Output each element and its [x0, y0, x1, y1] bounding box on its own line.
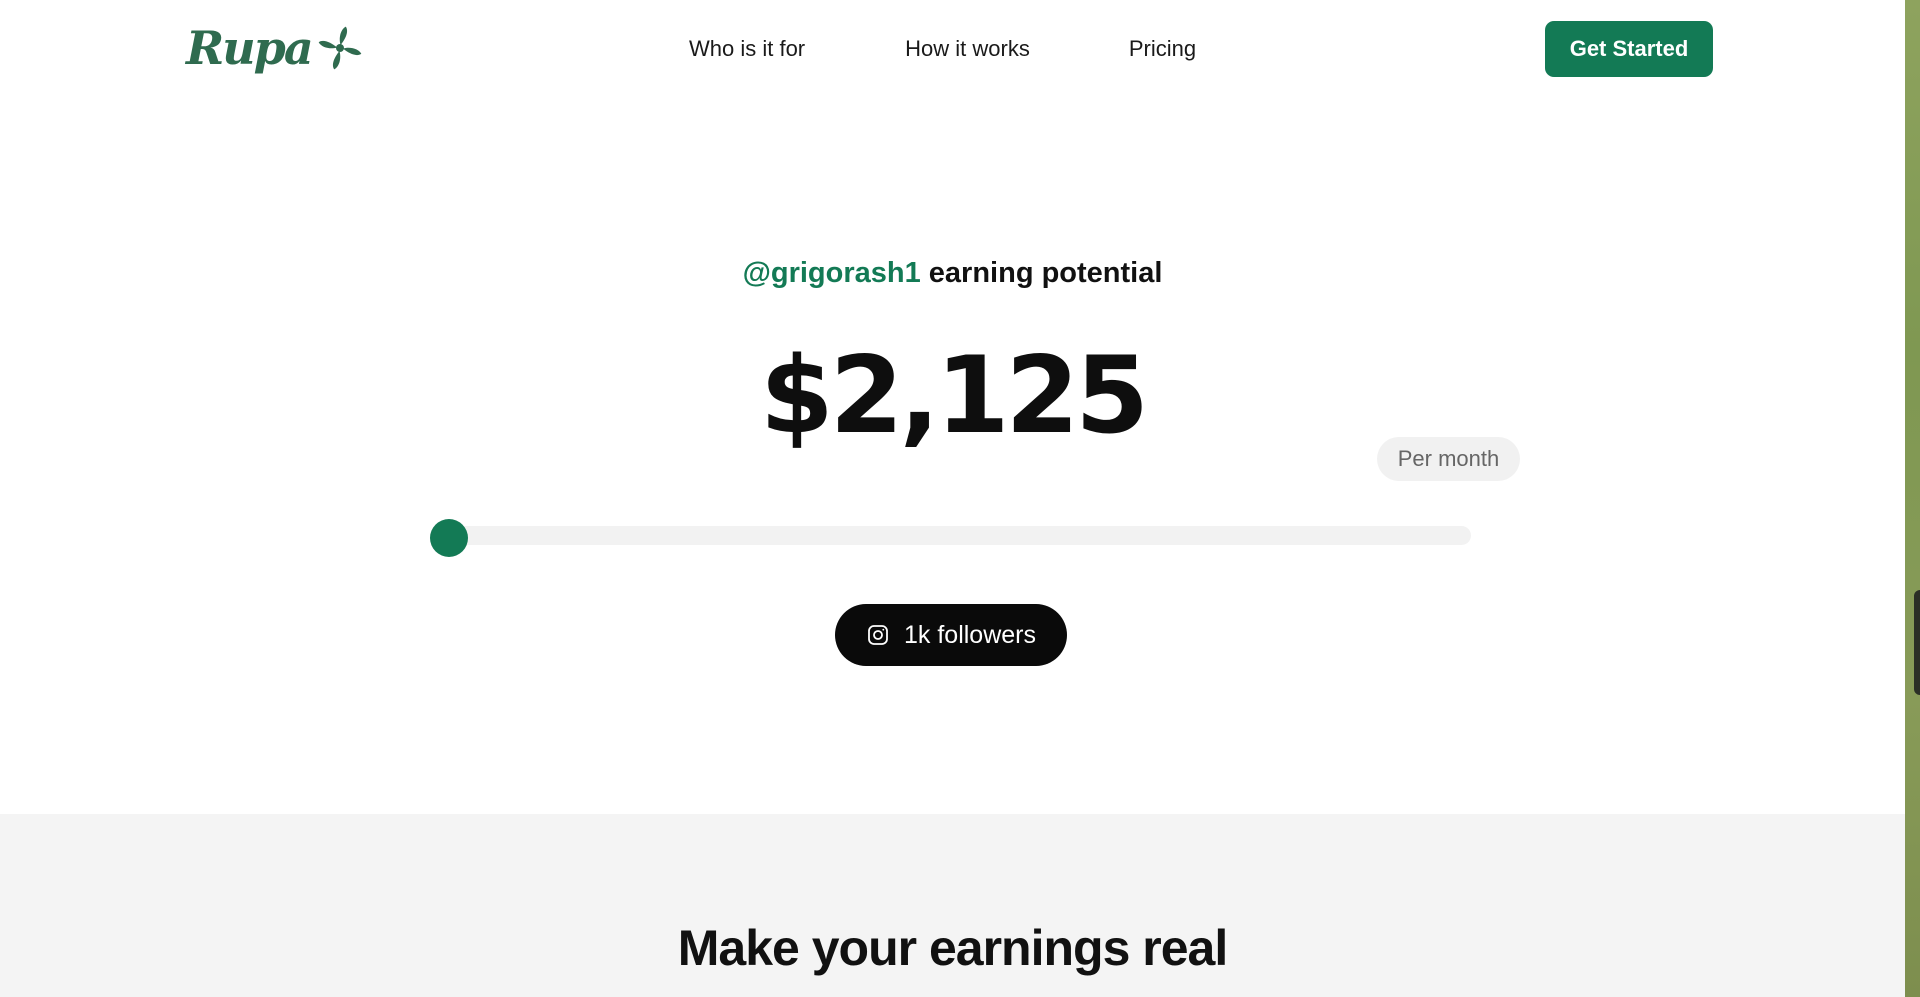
user-handle: @grigorash1 — [742, 257, 921, 289]
instagram-icon — [868, 625, 888, 645]
get-started-button[interactable]: Get Started — [1545, 21, 1713, 77]
main-nav: Who is it for How it works Pricing — [689, 34, 1196, 64]
nav-how-it-works[interactable]: How it works — [905, 34, 1030, 64]
earnings-section: Make your earnings real — [0, 814, 1905, 997]
nav-who-is-it-for[interactable]: Who is it for — [689, 34, 805, 64]
earnings-amount: $2,125 — [759, 334, 1149, 457]
slider-track[interactable] — [430, 526, 1471, 545]
followers-slider[interactable] — [430, 519, 1471, 557]
header: Rupa Who is it for How it works Pricing … — [0, 0, 1905, 98]
period-badge: Per month — [1377, 437, 1520, 481]
page: Rupa Who is it for How it works Pricing … — [0, 0, 1920, 997]
nav-pricing[interactable]: Pricing — [1129, 34, 1196, 64]
earning-potential-heading: @grigorash1 earning potential — [0, 254, 1905, 292]
followers-label: 1k followers — [904, 621, 1036, 649]
background-edge — [1905, 0, 1920, 997]
logo[interactable]: Rupa — [186, 18, 364, 78]
side-tab-handle[interactable] — [1914, 590, 1920, 695]
logo-wordmark: Rupa — [186, 21, 314, 75]
slider-thumb[interactable] — [430, 519, 468, 557]
followers-pill[interactable]: 1k followers — [835, 604, 1067, 666]
headline-suffix: earning potential — [920, 257, 1163, 289]
logo-flower-icon — [318, 26, 361, 70]
section-title: Make your earnings real — [677, 920, 1228, 976]
